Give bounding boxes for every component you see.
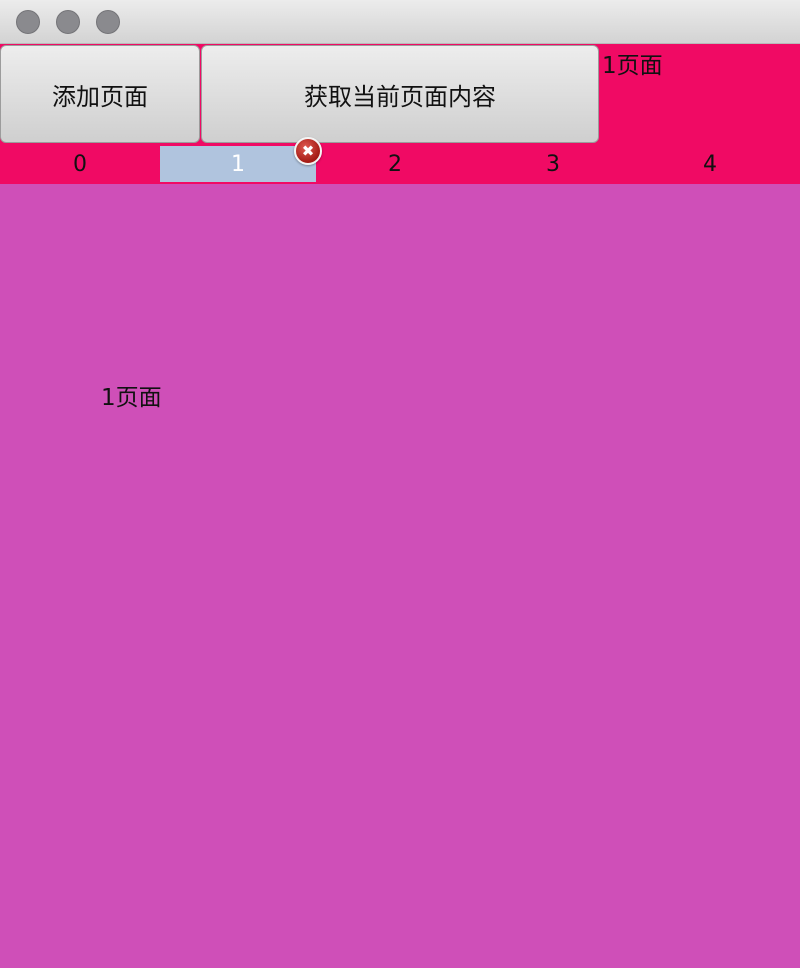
page-content: 1页面: [0, 184, 800, 968]
tab-2[interactable]: 2: [317, 146, 473, 182]
minimize-window-icon[interactable]: [56, 10, 80, 34]
current-page-label: 1页面: [602, 53, 663, 79]
title-bar[interactable]: [0, 0, 800, 44]
close-window-icon[interactable]: [16, 10, 40, 34]
tab-1[interactable]: 1: [160, 146, 316, 182]
page-content-text: 1页面: [101, 385, 162, 411]
tab-4[interactable]: 4: [632, 146, 788, 182]
zoom-window-icon[interactable]: [96, 10, 120, 34]
toolbar: 添加页面 获取当前页面内容 1页面: [0, 44, 800, 144]
tab-close-icon[interactable]: ✖: [294, 137, 322, 165]
tab-0[interactable]: 0: [2, 146, 158, 182]
get-current-page-content-button[interactable]: 获取当前页面内容: [201, 45, 599, 143]
app-window: 添加页面 获取当前页面内容 1页面 0 1 2 3 4 ✖ 1页面: [0, 0, 800, 968]
tab-3[interactable]: 3: [475, 146, 631, 182]
tab-bar: 0 1 2 3 4: [0, 144, 800, 184]
add-page-button[interactable]: 添加页面: [0, 45, 200, 143]
